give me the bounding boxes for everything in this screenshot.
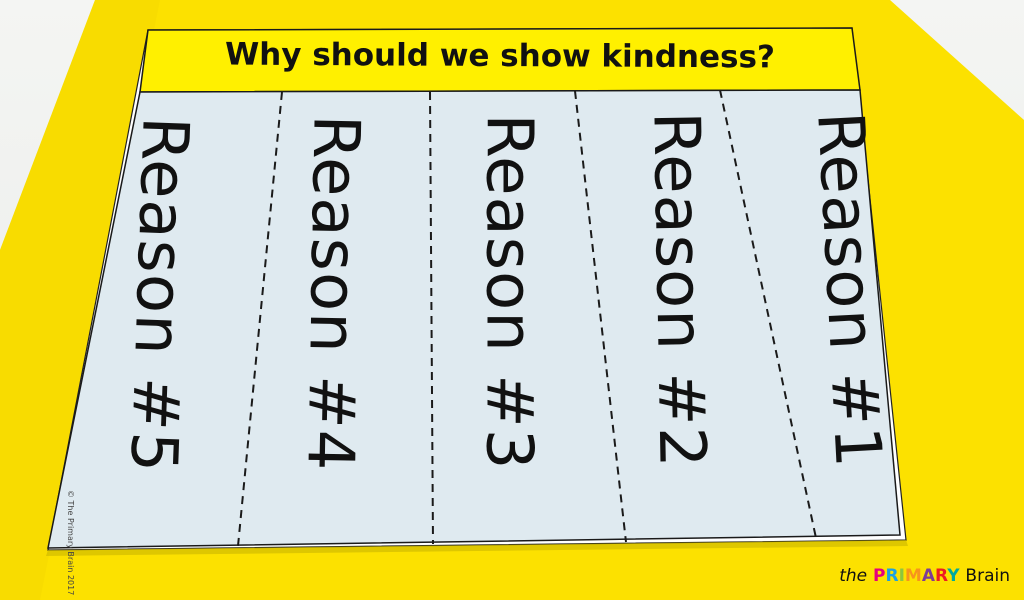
brand-letter: A	[921, 566, 936, 586]
flap-area	[47, 89, 901, 549]
brand-letter: Y	[947, 566, 960, 586]
brand-prefix: the	[839, 566, 868, 586]
brand-letter: P	[873, 566, 886, 586]
brand-letter: R	[885, 566, 899, 586]
brand-suffix: Brain	[965, 566, 1010, 586]
poster-scene	[0, 0, 1024, 600]
worksheet-title: Why should we show kindness?	[224, 36, 776, 76]
brand-letter: M	[904, 566, 922, 586]
copyright-text: © The Primary Brain 2017	[66, 490, 75, 596]
brand-logo: the PRIMARY Brain	[839, 566, 1010, 586]
brand-letter: R	[935, 566, 948, 586]
brand-highlight: PRIMARY	[873, 566, 959, 586]
